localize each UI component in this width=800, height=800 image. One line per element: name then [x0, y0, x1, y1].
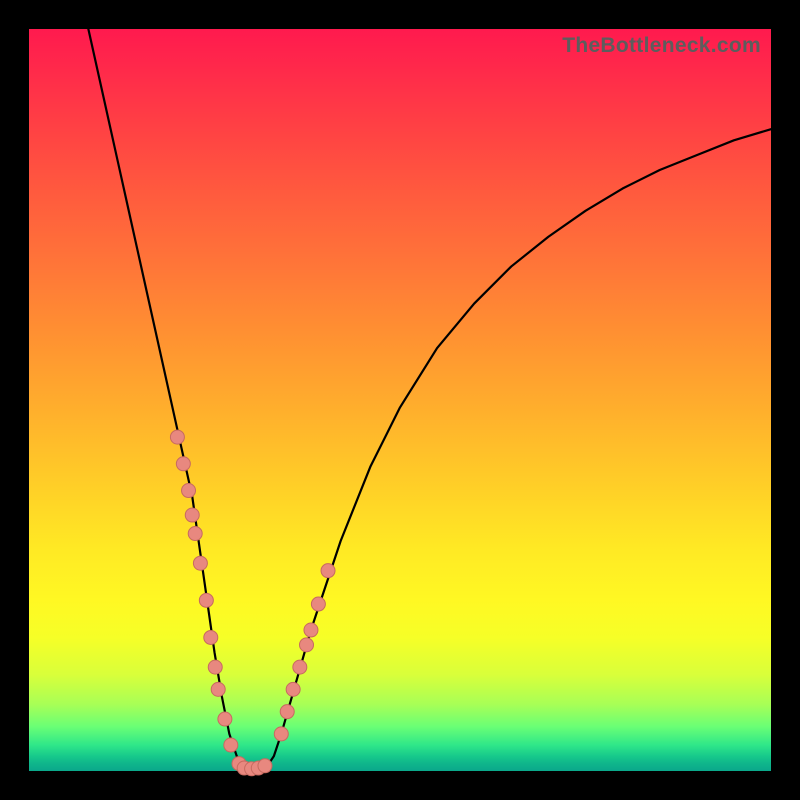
curve-dot	[321, 564, 335, 578]
curve-svg	[29, 29, 771, 771]
curve-dot	[199, 593, 213, 607]
curve-dot	[280, 705, 294, 719]
curve-dot	[204, 630, 218, 644]
curve-dot	[188, 527, 202, 541]
curve-dot	[185, 508, 199, 522]
bottleneck-curve	[88, 29, 771, 771]
curve-dot	[218, 712, 232, 726]
curve-dot	[300, 638, 314, 652]
curve-dot	[258, 759, 272, 773]
curve-dot	[311, 597, 325, 611]
curve-dot	[170, 430, 184, 444]
curve-dot	[182, 484, 196, 498]
curve-dot	[304, 623, 318, 637]
curve-dot	[224, 738, 238, 752]
plot-area: TheBottleneck.com	[29, 29, 771, 771]
curve-dots	[170, 430, 335, 776]
curve-dot	[208, 660, 222, 674]
chart-stage: TheBottleneck.com	[0, 0, 800, 800]
curve-dot	[274, 727, 288, 741]
curve-dot	[193, 556, 207, 570]
curve-dot	[211, 682, 225, 696]
curve-dot	[286, 682, 300, 696]
curve-dot	[293, 660, 307, 674]
curve-dot	[176, 457, 190, 471]
